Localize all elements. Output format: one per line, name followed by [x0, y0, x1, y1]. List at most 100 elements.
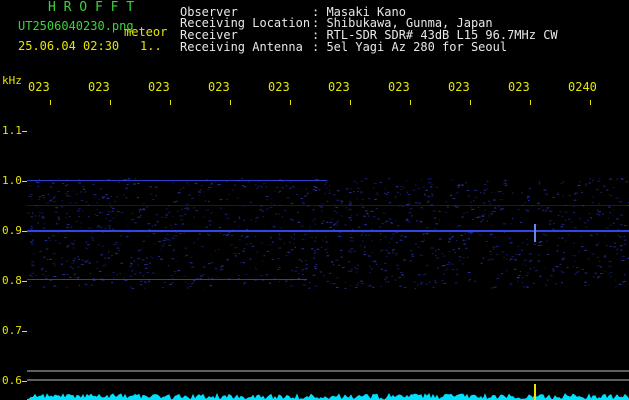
noise-speck: [464, 239, 467, 241]
noise-speck: [449, 194, 453, 196]
noise-speck: [491, 225, 494, 227]
noise-speck: [344, 281, 347, 283]
noise-speck: [240, 178, 244, 180]
noise-speck: [353, 180, 355, 182]
noise-speck: [432, 253, 434, 255]
noise-speck: [557, 193, 560, 195]
noise-speck: [394, 220, 396, 222]
noise-speck: [349, 201, 352, 203]
noise-speck: [180, 219, 183, 221]
noise-speck: [491, 287, 494, 289]
noise-speck: [557, 192, 559, 194]
noise-speck: [616, 253, 619, 255]
noise-speck: [621, 179, 624, 181]
noise-speck: [137, 257, 141, 259]
noise-speck: [153, 243, 156, 245]
noise-speck: [452, 249, 455, 251]
noise-speck: [206, 189, 210, 191]
noise-speck: [400, 271, 403, 273]
noise-speck: [493, 207, 497, 209]
noise-speck: [81, 210, 84, 212]
noise-speck: [608, 265, 612, 267]
noise-speck: [355, 182, 358, 184]
noise-speck: [189, 286, 192, 288]
noise-speck: [318, 189, 321, 191]
noise-speck: [415, 202, 418, 204]
noise-speck: [486, 180, 489, 182]
noise-speck: [583, 222, 587, 224]
noise-speck: [456, 273, 459, 275]
noise-speck: [396, 268, 400, 270]
noise-speck: [420, 240, 424, 242]
noise-speck: [324, 249, 327, 251]
noise-speck: [78, 182, 82, 184]
noise-speck: [620, 246, 622, 248]
noise-speck: [55, 207, 58, 209]
noise-speck: [338, 264, 340, 266]
noise-speck: [265, 274, 269, 276]
noise-speck: [85, 201, 88, 203]
noise-speck: [503, 231, 506, 233]
noise-speck: [158, 255, 161, 257]
noise-speck: [139, 249, 141, 251]
noise-speck: [597, 210, 599, 212]
noise-floor: [27, 392, 629, 400]
noise-speck: [350, 188, 353, 190]
noise-speck: [561, 259, 564, 261]
noise-speck: [570, 221, 573, 223]
noise-speck: [349, 203, 352, 205]
noise-speck: [427, 195, 431, 197]
noise-speck: [305, 195, 308, 197]
noise-speck: [184, 207, 186, 209]
noise-speck: [491, 259, 495, 261]
noise-speck: [116, 274, 118, 276]
noise-speck: [625, 181, 629, 183]
noise-speck: [187, 283, 189, 285]
noise-speck: [348, 250, 350, 252]
noise-speck: [57, 191, 60, 193]
noise-speck: [259, 275, 263, 277]
noise-speck: [468, 195, 470, 197]
noise-speck: [39, 250, 42, 252]
noise-speck: [293, 233, 295, 235]
noise-speck: [420, 221, 423, 223]
noise-speck: [553, 223, 555, 225]
noise-speck: [66, 260, 68, 262]
noise-speck: [573, 205, 575, 207]
noise-speck: [53, 275, 57, 277]
noise-speck: [615, 286, 617, 288]
noise-speck: [590, 217, 593, 219]
noise-speck: [303, 203, 305, 205]
noise-speck: [385, 255, 388, 257]
noise-speck: [363, 254, 367, 256]
noise-speck: [491, 191, 493, 193]
noise-speck: [433, 228, 437, 230]
noise-speck: [384, 281, 388, 283]
noise-speck: [572, 212, 576, 214]
noise-speck: [624, 239, 627, 241]
noise-speck: [609, 245, 612, 247]
noise-speck: [422, 233, 425, 235]
noise-speck: [236, 197, 239, 199]
noise-speck: [47, 194, 50, 196]
noise-speck: [332, 224, 335, 226]
noise-speck: [403, 287, 407, 289]
noise-speck: [137, 183, 140, 185]
noise-speck: [525, 209, 528, 211]
noise-speck: [489, 233, 493, 235]
noise-speck: [443, 283, 447, 285]
app-title: H R O F F T: [48, 0, 135, 15]
noise-speck: [559, 263, 562, 265]
noise-speck: [84, 191, 87, 193]
noise-speck: [462, 257, 466, 259]
noise-speck: [268, 282, 272, 284]
noise-speck: [120, 212, 124, 214]
noise-speck: [231, 189, 235, 191]
noise-speck: [448, 238, 452, 240]
noise-speck: [198, 194, 201, 196]
noise-speck: [385, 276, 388, 278]
noise-speck: [164, 237, 167, 239]
noise-speck: [475, 196, 478, 198]
noise-speck: [427, 178, 430, 180]
noise-speck: [385, 249, 388, 251]
